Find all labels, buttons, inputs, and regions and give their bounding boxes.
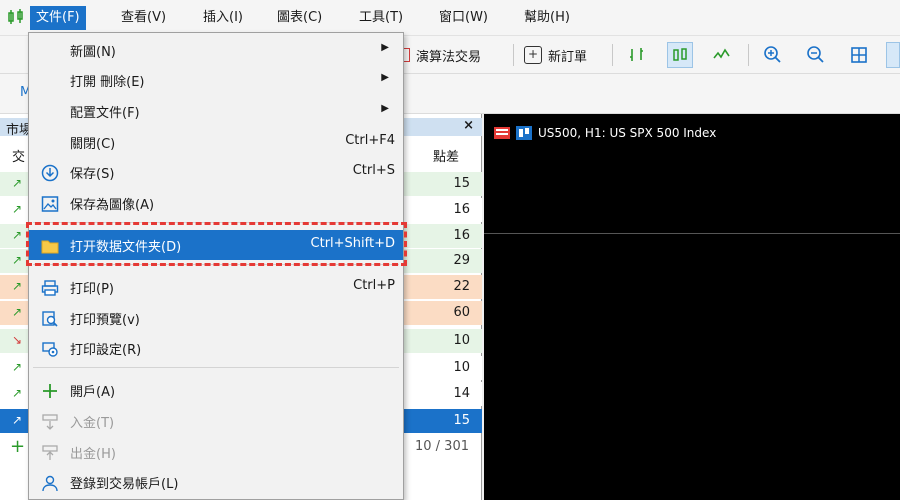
file-menu-item-label: 出金(H) [70, 447, 116, 462]
menu-help[interactable]: 幫助(H) [518, 6, 576, 30]
file-menu-item-label: 入金(T) [70, 416, 115, 431]
file-menu-item[interactable]: 打印預覽(v) [29, 303, 403, 333]
file-menu-item[interactable]: 保存為圖像(A) [29, 188, 403, 218]
file-menu-item-label: 保存(S) [70, 167, 115, 182]
menu-separator [33, 367, 399, 368]
file-menu-item[interactable]: 關閉(C) Ctrl+F4 [29, 127, 403, 157]
algo-trading-button[interactable]: 演算法交易 [400, 42, 481, 68]
menu-view[interactable]: 查看(V) [115, 6, 172, 30]
new-order-label: 新訂單 [548, 49, 588, 65]
menu-window[interactable]: 窗口(W) [433, 6, 494, 30]
file-menu-item-label: 打開 刪除(E) [70, 75, 145, 90]
trend-up-icon: ↗ [12, 413, 23, 427]
new-order-icon: + [524, 46, 542, 64]
file-menu-dropdown: 新圖(N) ▶ 打開 刪除(E) ▶ 配置文件(F) ▶ 關閉(C) Ctrl+F4 保存(S)… [28, 32, 404, 500]
trend-up-icon: ↗ [12, 253, 23, 267]
spread-value: 60 [453, 305, 470, 320]
add-symbol-icon[interactable]: + [10, 436, 25, 457]
print-preview-icon [39, 308, 61, 330]
spread-value: 14 [453, 386, 470, 401]
submenu-arrow-icon: ▶ [381, 103, 389, 114]
close-icon[interactable]: × [463, 118, 474, 133]
withdraw-icon [39, 442, 61, 464]
toolbar-overflow-icon[interactable] [886, 42, 900, 68]
tile-windows-icon[interactable] [846, 42, 872, 68]
spread-value: 29 [453, 253, 470, 268]
file-menu-item[interactable]: 登錄到交易帳戶(L) [29, 467, 403, 497]
shortcut-label: Ctrl+P [353, 278, 395, 293]
file-menu-item[interactable]: 開戶(A) [29, 375, 403, 405]
save-icon [39, 162, 61, 184]
submenu-arrow-icon: ▶ [381, 42, 389, 53]
trend-up-icon: ↗ [12, 360, 23, 374]
candlestick-app-icon [8, 9, 23, 24]
menu-bar: 文件(F) 查看(V) 插入(I) 圖表(C) 工具(T) 窗口(W) 幫助(H… [0, 0, 900, 36]
column-header-symbol[interactable]: 交 [12, 146, 25, 165]
file-menu-item[interactable]: 打開 刪除(E) ▶ [29, 65, 403, 95]
spread-value: 16 [453, 202, 470, 217]
toolbar-separator [748, 44, 749, 66]
spread-value: 15 [453, 176, 470, 191]
chart-title: US500, H1: US SPX 500 Index [538, 126, 717, 140]
spread-value: 22 [453, 279, 470, 294]
file-menu-item-label: 打印(P) [70, 282, 114, 297]
trend-up-icon: ↗ [12, 228, 23, 242]
file-menu-item[interactable]: 打印(P) Ctrl+P [29, 272, 403, 302]
image-icon [39, 193, 61, 215]
trend-up-icon: ↗ [12, 279, 23, 293]
column-header-spread[interactable]: 點差 [433, 146, 459, 165]
deposit-icon [39, 411, 61, 433]
trend-down-icon: ↘ [12, 333, 23, 347]
shortcut-label: Ctrl+F4 [345, 133, 395, 148]
print-settings-icon [39, 338, 61, 360]
candlestick-chart-icon[interactable] [667, 42, 693, 68]
toolbar-separator [612, 44, 613, 66]
file-menu-item[interactable]: 打印設定(R) [29, 333, 403, 363]
toolbar-separator [513, 44, 514, 66]
menu-tools[interactable]: 工具(T) [353, 6, 409, 30]
menu-insert[interactable]: 插入(I) [197, 6, 249, 30]
line-chart-icon[interactable] [709, 42, 735, 68]
spread-value: 15 [453, 413, 470, 428]
menu-charts[interactable]: 圖表(C) [271, 6, 328, 30]
symbol-logo-icon [516, 126, 532, 140]
spread-value: 10 [453, 360, 470, 375]
symbol-count: 10 / 301 [415, 439, 469, 454]
file-menu-item: 入金(T) [29, 406, 403, 436]
spread-value: 16 [453, 228, 470, 243]
file-menu-item-label: 打印設定(R) [70, 343, 142, 358]
chart-window[interactable]: US500, H1: US SPX 500 Index [484, 114, 900, 500]
file-menu-item-label: 保存為圖像(A) [70, 198, 155, 213]
trend-up-icon: ↗ [12, 305, 23, 319]
trend-up-icon: ↗ [12, 176, 23, 190]
file-menu-item-label: 開戶(A) [70, 385, 116, 400]
zoom-in-icon[interactable] [760, 42, 786, 68]
bar-chart-icon[interactable] [624, 42, 650, 68]
shortcut-label: Ctrl+S [352, 163, 395, 178]
plus-icon [39, 380, 61, 402]
price-line [484, 233, 900, 234]
file-menu-item-label: 打印預覽(v) [70, 313, 140, 328]
print-icon [39, 277, 61, 299]
trend-up-icon: ↗ [12, 202, 23, 216]
file-menu-item[interactable]: 保存(S) Ctrl+S [29, 157, 403, 187]
spread-value: 10 [453, 333, 470, 348]
algo-trading-label: 演算法交易 [416, 49, 482, 65]
zoom-out-icon[interactable] [803, 42, 829, 68]
file-menu-item[interactable]: 配置文件(F) ▶ [29, 96, 403, 126]
file-menu-item-label: 登錄到交易帳戶(L) [70, 477, 179, 492]
menu-file[interactable]: 文件(F) [30, 6, 86, 30]
file-menu-item[interactable]: 新圖(N) ▶ [29, 35, 403, 65]
file-menu-item-label: 關閉(C) [70, 137, 116, 152]
file-menu-item: 出金(H) [29, 437, 403, 467]
trend-up-icon: ↗ [12, 386, 23, 400]
chart-window-icon [494, 127, 510, 139]
file-menu-item-label: 配置文件(F) [70, 106, 140, 121]
chart-header: US500, H1: US SPX 500 Index [494, 126, 716, 140]
user-icon [39, 472, 61, 494]
new-order-button[interactable]: + 新訂單 [524, 42, 587, 68]
highlight-annotation-box [26, 222, 407, 266]
submenu-arrow-icon: ▶ [381, 72, 389, 83]
file-menu-item-label: 新圖(N) [70, 45, 116, 60]
